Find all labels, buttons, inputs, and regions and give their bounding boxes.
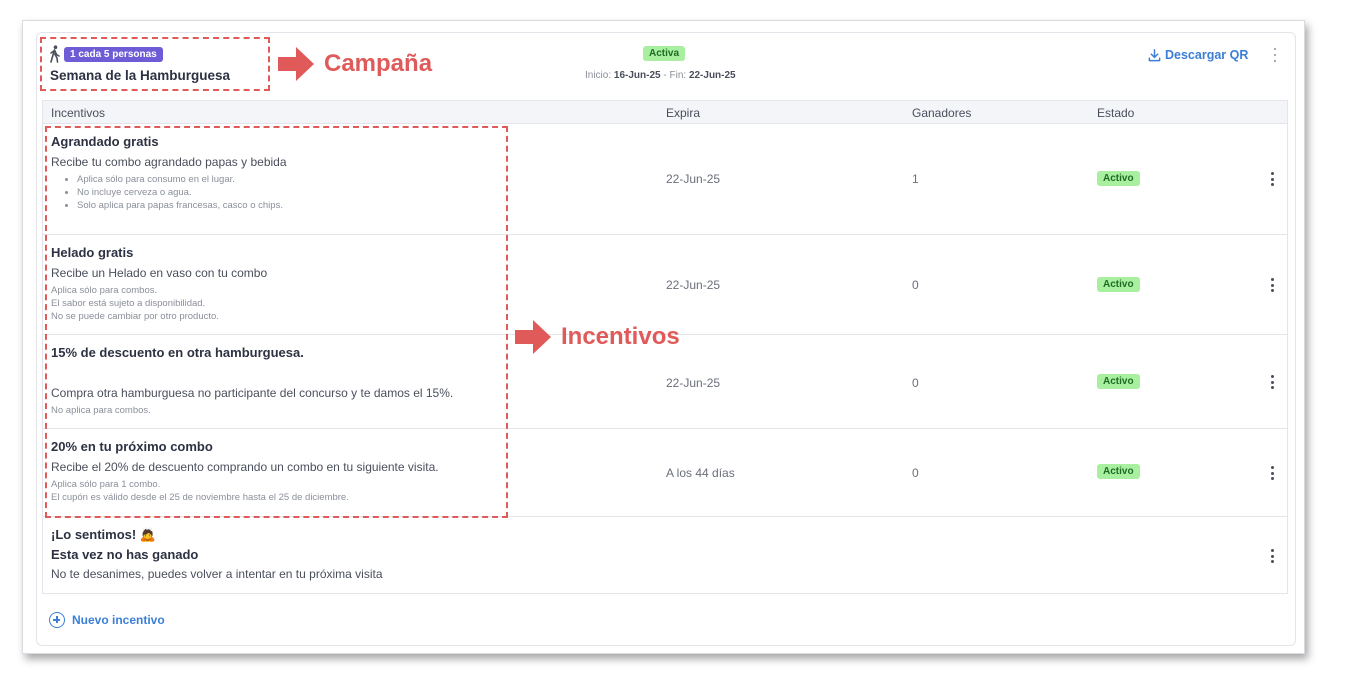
col-ganadores: Ganadores xyxy=(912,106,972,120)
incentive-status-badge: Activo xyxy=(1097,464,1140,479)
row-more-menu-icon[interactable] xyxy=(1269,278,1275,292)
incentive-expiry: 22-Jun-25 xyxy=(666,376,721,390)
incentive-winners: 0 xyxy=(912,278,919,292)
row-more-menu-icon[interactable] xyxy=(1269,549,1275,563)
incentive-winners: 1 xyxy=(912,172,919,186)
annotation-campaign: Campaña xyxy=(324,50,433,77)
no-win-description: No te desanimes, puedes volver a intenta… xyxy=(51,567,383,581)
download-icon xyxy=(1148,48,1161,61)
col-estado: Estado xyxy=(1097,106,1135,120)
incentives-highlight-box xyxy=(45,126,508,518)
row-more-menu-icon[interactable] xyxy=(1269,375,1275,389)
no-win-title: ¡Lo sentimos! 🙇 xyxy=(51,527,157,542)
no-win-subtitle: Esta vez no has ganado xyxy=(51,547,199,562)
walking-person-icon xyxy=(50,45,60,63)
end-label: - Fin: xyxy=(663,70,687,81)
campaign-status-badge: Activa xyxy=(643,46,686,61)
campaign-more-menu-icon[interactable] xyxy=(1270,48,1280,62)
incentive-status-badge: Activo xyxy=(1097,171,1140,186)
row-more-menu-icon[interactable] xyxy=(1269,466,1275,480)
row-more-menu-icon[interactable] xyxy=(1269,172,1275,186)
incentive-expiry: A los 44 días xyxy=(666,466,735,480)
download-qr-label: Descargar QR xyxy=(1165,48,1249,62)
new-incentive-label: Nuevo incentivo xyxy=(72,613,165,627)
arrow-right-icon xyxy=(513,317,553,357)
table-row-no-win[interactable]: ¡Lo sentimos! 🙇 Esta vez no has ganado N… xyxy=(43,517,1287,594)
incentive-winners: 0 xyxy=(912,466,919,480)
new-incentive-button[interactable]: Nuevo incentivo xyxy=(49,612,165,628)
start-label: Inicio: xyxy=(585,70,612,81)
incentive-expiry: 22-Jun-25 xyxy=(666,172,721,186)
incentive-status-badge: Activo xyxy=(1097,277,1140,292)
incentive-winners: 0 xyxy=(912,376,919,390)
col-incentivos: Incentivos xyxy=(51,106,106,120)
end-date: 22-Jun-25 xyxy=(688,70,736,81)
download-qr-button[interactable]: Descargar QR xyxy=(1148,48,1248,62)
plus-circle-icon xyxy=(49,612,65,628)
arrow-right-icon xyxy=(276,44,316,84)
annotation-incentives: Incentivos xyxy=(561,323,680,350)
campaign-dates: Inicio: 16-Jun-25 - Fin: 22-Jun-25 xyxy=(585,70,736,81)
campaign-frequency-badge: 1 cada 5 personas xyxy=(64,47,163,62)
start-date: 16-Jun-25 xyxy=(613,70,661,81)
table-header: Incentivos Expira Ganadores Estado xyxy=(43,101,1287,124)
campaign-title: Semana de la Hamburguesa xyxy=(50,68,231,83)
incentive-expiry: 22-Jun-25 xyxy=(666,278,721,292)
col-expira: Expira xyxy=(666,106,701,120)
incentive-status-badge: Activo xyxy=(1097,374,1140,389)
